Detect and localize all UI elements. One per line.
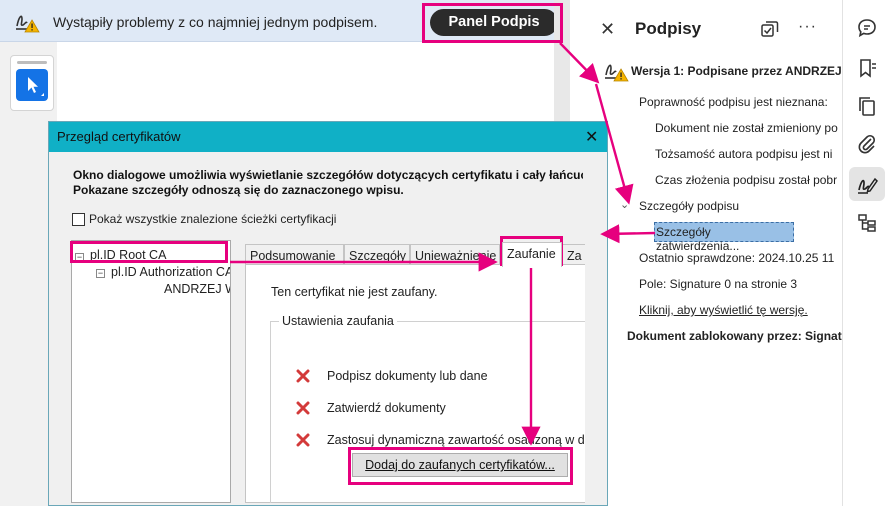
tab-trust[interactable]: Zaufanie: [502, 242, 562, 267]
permission-label: Zatwierdź dokumenty: [327, 401, 446, 415]
signature-warning-icon: [605, 64, 629, 82]
attachment-icon[interactable]: [856, 133, 878, 155]
banner-message: Wystąpiły problemy z co najmniej jednym …: [53, 14, 378, 30]
tab-more[interactable]: Za: [562, 244, 585, 266]
tab-summary[interactable]: Podsumowanie: [245, 244, 344, 266]
show-all-paths-label[interactable]: Pokaż wszystkie znalezione ścieżki certy…: [89, 212, 336, 226]
tree-item-authorization[interactable]: pl.ID Authorization CA: [111, 265, 230, 279]
bookmark-icon[interactable]: [856, 57, 878, 79]
pages-icon[interactable]: [856, 95, 878, 117]
document-not-modified: Dokument nie został zmieniony po: [655, 121, 838, 135]
signature-version-title[interactable]: Wersja 1: Podpisane przez ANDRZEJ: [631, 64, 841, 78]
signatures-panel: ✕ Podpisy ··· ⌄ Wersja 1: Podpisane prze…: [570, 0, 842, 506]
tab-revocation[interactable]: Unieważnienie: [410, 244, 500, 266]
collapse-root-button[interactable]: −: [75, 253, 84, 262]
comment-icon[interactable]: [856, 17, 878, 39]
palette-grip[interactable]: [17, 61, 47, 64]
description-line-1: Okno dialogowe umożliwia wyświetlanie sz…: [73, 168, 583, 182]
tree-item-root[interactable]: pl.ID Root CA: [90, 248, 166, 262]
deny-x-icon: [296, 433, 310, 447]
signer-identity: Tożsamość autora podpisu jest ni: [655, 147, 833, 161]
deny-x-icon: [296, 369, 310, 383]
signature-warning-banner: Wystąpiły problemy z co najmniej jednym …: [0, 0, 568, 42]
add-to-trusted-label: Dodaj do zaufanych certyfikatów...: [365, 458, 555, 472]
description-line-2: Pokazane szczegóły odnoszą się do zaznac…: [73, 183, 404, 197]
chevron-down-icon[interactable]: ⌄: [587, 64, 596, 77]
dialog-title: Przegląd certyfikatów: [57, 129, 181, 144]
signing-time: Czas złożenia podpisu został pobr: [655, 173, 838, 187]
last-checked: Ostatnio sprawdzone: 2024.10.25 11: [639, 251, 835, 265]
permission-label: Zastosuj dynamiczną zawartość osadzoną w…: [327, 433, 585, 447]
dialog-description: Okno dialogowe umożliwia wyświetlanie sz…: [73, 168, 583, 198]
tab-details[interactable]: Szczegóły: [344, 244, 410, 266]
validation-details-item[interactable]: Szczegóły zatwierdzenia...: [654, 222, 794, 253]
signature-details-header[interactable]: Szczegóły podpisu: [639, 199, 842, 213]
more-options-button[interactable]: ···: [798, 18, 817, 36]
certificate-chain-tree: − pl.ID Root CA − pl.ID Authorization CA…: [71, 240, 231, 503]
signature-icon: [858, 177, 878, 194]
view-version-link-row[interactable]: Kliknij, aby wyświetlić tę wersję.: [639, 303, 842, 317]
validate-all-icon[interactable]: [760, 20, 780, 38]
signature-validity: Poprawność podpisu jest nieznana:: [639, 95, 828, 109]
signature-tool-button[interactable]: [849, 167, 885, 201]
collapse-child-button[interactable]: −: [96, 269, 105, 278]
select-arrow-icon: [28, 77, 44, 96]
deny-x-icon: [296, 401, 310, 415]
tool-palette: [10, 55, 54, 111]
add-to-trusted-button[interactable]: Dodaj do zaufanych certyfikatów...: [352, 453, 568, 477]
right-tools-rail: [842, 0, 890, 506]
panel-title: Podpisy: [635, 19, 702, 38]
chevron-down-icon[interactable]: ⌄: [620, 198, 629, 211]
signature-panel-button[interactable]: Panel Podpis: [430, 9, 558, 36]
select-tool-button[interactable]: [16, 69, 48, 101]
trust-status: Ten certyfikat nie jest zaufany.: [271, 285, 438, 299]
close-panel-button[interactable]: ✕: [600, 19, 615, 40]
permission-label: Podpisz dokumenty lub dane: [327, 369, 488, 383]
close-dialog-button[interactable]: ✕: [585, 127, 598, 147]
view-version-link[interactable]: Kliknij, aby wyświetlić tę wersję.: [639, 303, 808, 317]
dialog-titlebar[interactable]: Przegląd certyfikatów ✕: [49, 122, 607, 152]
certificate-viewer-dialog: Przegląd certyfikatów ✕ Okno dialogowe u…: [48, 121, 608, 506]
locked-by: Dokument zablokowany przez: Signat: [627, 329, 842, 343]
trust-settings-label: Ustawienia zaufania: [279, 314, 397, 328]
structure-icon[interactable]: [856, 212, 878, 234]
show-all-paths-checkbox[interactable]: [72, 213, 85, 226]
tree-item-signer[interactable]: ANDRZEJ W: [164, 282, 230, 296]
signature-field: Pole: Signature 0 na stronie 3: [639, 277, 798, 291]
validation-details-label: Szczegóły zatwierdzenia...: [656, 225, 740, 253]
signature-warning-icon: [16, 15, 40, 33]
